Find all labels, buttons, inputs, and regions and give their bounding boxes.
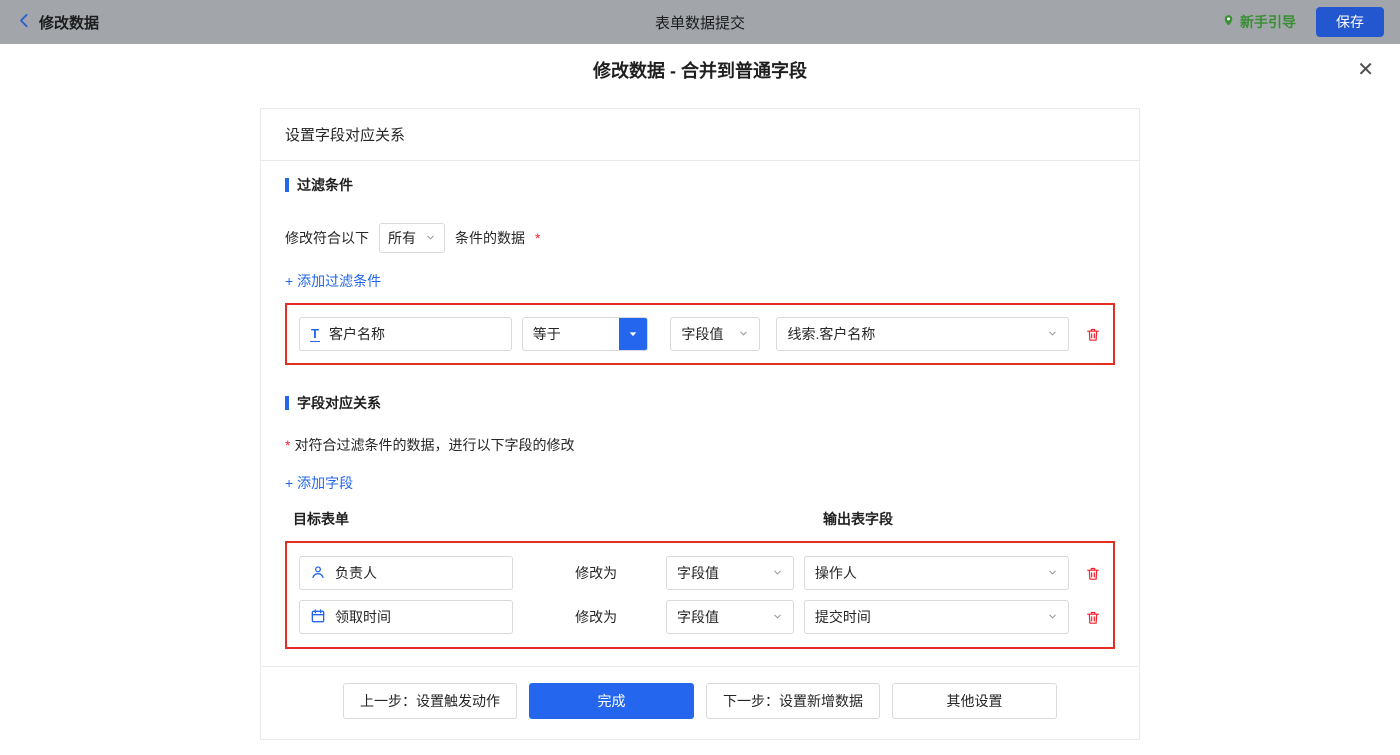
condition-line: 修改符合以下 所有 条件的数据 * bbox=[285, 223, 1115, 253]
user-icon bbox=[310, 564, 326, 583]
mapping-description: * 对符合过滤条件的数据，进行以下字段的修改 bbox=[285, 437, 575, 453]
calendar-icon bbox=[310, 608, 326, 627]
add-filter-condition-link[interactable]: + 添加过滤条件 bbox=[285, 271, 381, 291]
other-settings-button[interactable]: 其他设置 bbox=[892, 683, 1057, 719]
panel-header: 设置字段对应关系 bbox=[261, 109, 1139, 161]
output-field-select[interactable]: 操作人 bbox=[803, 556, 1069, 590]
next-step-button[interactable]: 下一步：设置新增数据 bbox=[706, 683, 880, 719]
modal-title: 修改数据 - 合并到普通字段 bbox=[593, 61, 807, 81]
chevron-down-icon bbox=[772, 609, 783, 625]
filter-row: T 客户名称 等于 字段值 线索.客户名称 bbox=[299, 317, 1101, 351]
section-marker bbox=[285, 396, 289, 410]
chevron-left-icon bbox=[16, 12, 33, 33]
value-type-select[interactable]: 字段值 bbox=[670, 317, 761, 351]
modify-as-label: 修改为 bbox=[575, 609, 618, 625]
save-button[interactable]: 保存 bbox=[1316, 7, 1384, 37]
target-form-column-label: 目标表单 bbox=[293, 511, 349, 527]
mapping-row: 领取时间 修改为 字段值 提交时间 bbox=[299, 600, 1101, 634]
field-mapping-box: 负责人 修改为 字段值 操作人 领取时间 修改为 字段值 提交时间 bbox=[285, 541, 1115, 649]
back-label: 修改数据 bbox=[39, 14, 100, 32]
chevron-down-icon bbox=[1047, 326, 1058, 342]
chevron-down-icon bbox=[425, 230, 436, 246]
target-field-value: 领取时间 bbox=[335, 609, 391, 625]
filter-field-input[interactable]: T 客户名称 bbox=[299, 317, 512, 351]
back-button[interactable]: 修改数据 bbox=[16, 12, 99, 33]
panel-footer: 上一步：设置触发动作 完成 下一步：设置新增数据 其他设置 bbox=[261, 666, 1139, 739]
chevron-down-icon bbox=[772, 565, 783, 581]
target-field-input[interactable]: 负责人 bbox=[299, 556, 514, 590]
beginner-guide-link[interactable]: 新手引导 bbox=[1222, 12, 1296, 32]
compare-value-select[interactable]: 线索.客户名称 bbox=[776, 317, 1069, 351]
mapping-column-headers: 目标表单 输出表字段 bbox=[285, 509, 1115, 529]
topbar-actions: 新手引导 保存 bbox=[1222, 7, 1384, 37]
chevron-down-icon bbox=[738, 326, 749, 342]
mapping-section-title: 字段对应关系 bbox=[285, 393, 1115, 413]
add-field-link[interactable]: + 添加字段 bbox=[285, 473, 353, 493]
modify-as-label: 修改为 bbox=[575, 565, 618, 581]
caret-down-icon bbox=[619, 318, 648, 350]
text-field-icon: T bbox=[310, 325, 320, 342]
target-field-value: 负责人 bbox=[335, 565, 377, 581]
filter-conditions-box: T 客户名称 等于 字段值 线索.客户名称 bbox=[285, 303, 1115, 365]
close-icon[interactable]: ✕ bbox=[1357, 60, 1374, 80]
topbar: 修改数据 表单数据提交 新手引导 保存 bbox=[0, 0, 1400, 44]
filter-section-title: 过滤条件 bbox=[285, 175, 1115, 195]
delete-mapping-row-button[interactable] bbox=[1085, 565, 1101, 582]
delete-filter-row-button[interactable] bbox=[1085, 326, 1101, 343]
required-mark: * bbox=[535, 230, 541, 246]
delete-mapping-row-button[interactable] bbox=[1085, 609, 1101, 626]
page-title: 表单数据提交 bbox=[654, 14, 746, 32]
mapping-row: 负责人 修改为 字段值 操作人 bbox=[299, 556, 1101, 590]
settings-panel: 设置字段对应关系 过滤条件 修改符合以下 所有 条件的数据 * + 添加过滤条件… bbox=[260, 108, 1140, 740]
condition-prefix: 修改符合以下 bbox=[285, 230, 369, 246]
value-type-select[interactable]: 字段值 bbox=[666, 556, 794, 590]
target-field-input[interactable]: 领取时间 bbox=[299, 600, 514, 634]
match-mode-select[interactable]: 所有 bbox=[379, 223, 445, 253]
filter-field-value: 客户名称 bbox=[328, 326, 385, 342]
value-type-select[interactable]: 字段值 bbox=[666, 600, 794, 634]
operator-label: 等于 bbox=[532, 326, 561, 342]
prev-step-button[interactable]: 上一步：设置触发动作 bbox=[343, 683, 517, 719]
operator-select[interactable]: 等于 bbox=[521, 317, 649, 351]
chevron-down-icon bbox=[1047, 609, 1058, 625]
done-button[interactable]: 完成 bbox=[529, 683, 694, 719]
output-field-select[interactable]: 提交时间 bbox=[803, 600, 1069, 634]
chevron-down-icon bbox=[1047, 565, 1058, 581]
panel-body: 过滤条件 修改符合以下 所有 条件的数据 * + 添加过滤条件 T 客户名称 等 bbox=[261, 161, 1139, 666]
modal-header: 修改数据 - 合并到普通字段 ✕ bbox=[0, 44, 1400, 96]
guide-pin-icon bbox=[1222, 13, 1235, 31]
section-marker bbox=[285, 178, 289, 192]
output-field-column-label: 输出表字段 bbox=[823, 511, 893, 527]
guide-label: 新手引导 bbox=[1240, 14, 1296, 30]
required-mark: * bbox=[285, 437, 291, 453]
condition-suffix: 条件的数据 bbox=[455, 230, 525, 246]
